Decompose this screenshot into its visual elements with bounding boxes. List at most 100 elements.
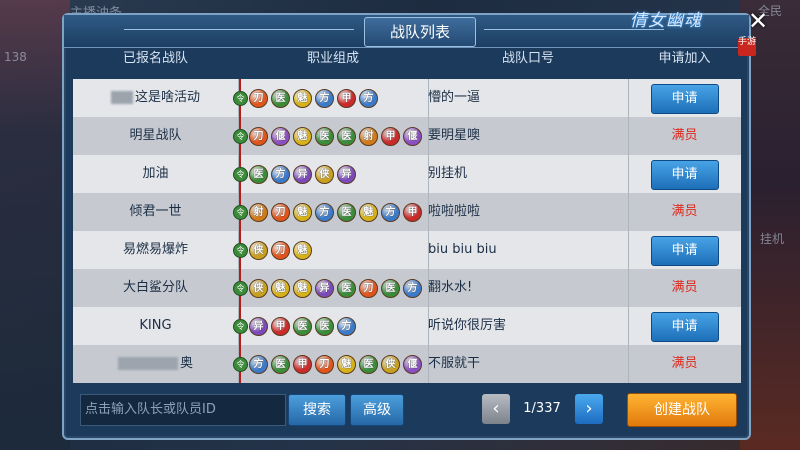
class-icon: 方 [249, 355, 268, 374]
masked-name-blur [117, 357, 178, 370]
search-input[interactable]: 点击输入队长或队员ID [80, 394, 286, 426]
class-icon: 医 [337, 203, 356, 222]
team-name-text: 这是啥活动 [134, 90, 200, 105]
class-icon: 刀 [271, 241, 290, 260]
class-icon: 医 [337, 279, 356, 298]
class-icon: 魅 [293, 89, 312, 108]
captain-badge-icon: 令 [233, 91, 248, 106]
apply-cell: 申请 [628, 231, 741, 269]
class-icon: 侠 [249, 241, 268, 260]
table-row: 这是啥活动令刀医魅方甲方懵的一逼 申请 [73, 79, 741, 117]
class-icon: 方 [359, 89, 378, 108]
page-indicator: 1/337 [523, 401, 561, 416]
captain-badge-icon: 令 [233, 281, 248, 296]
apply-button[interactable]: 申请 [650, 160, 719, 190]
class-icon: 甲 [271, 317, 290, 336]
captain-pin-line [239, 307, 241, 319]
class-icon: 医 [337, 127, 356, 146]
next-page-icon[interactable]: › [575, 394, 603, 424]
table-row: KING 令异甲医医方听说你很厉害 申请 [73, 307, 741, 345]
class-icon: 医 [271, 89, 290, 108]
class-icon: 甲 [381, 127, 400, 146]
search-button[interactable]: 搜索 [288, 394, 346, 426]
class-icon: 医 [315, 317, 334, 336]
class-icon: 方 [315, 89, 334, 108]
team-slogan: 听说你很厉害 [428, 318, 507, 333]
apply-cell: 申请 [628, 155, 741, 193]
table-row: 倾君一世令射刀魅方医魅方甲啦啦啦啦 满员 [73, 193, 741, 231]
apply-button[interactable]: 申请 [650, 84, 719, 114]
apply-button[interactable]: 申请 [650, 312, 719, 342]
team-name-text: 加油 [142, 166, 169, 181]
captain-pin-line [239, 155, 241, 167]
team-name-text: 倾君一世 [129, 204, 182, 219]
captain-badge-icon: 令 [233, 129, 248, 144]
prev-page-icon[interactable]: ‹ [482, 394, 510, 424]
class-icon: 甲 [403, 203, 422, 222]
apply-cell: 满员 [628, 193, 741, 231]
captain-pin-line [239, 231, 241, 243]
captain-pin-line [239, 371, 241, 383]
team-name: 倾君一世 [73, 193, 238, 231]
class-icon: 医 [249, 165, 268, 184]
apply-cell: 申请 [628, 79, 741, 117]
class-icon: 刀 [249, 127, 268, 146]
team-name-text: 易燃易爆炸 [122, 242, 188, 257]
class-icon: 侠 [315, 165, 334, 184]
captain-pin-line [239, 117, 241, 129]
class-icon: 魅 [293, 203, 312, 222]
team-name: 这是啥活动 [73, 79, 238, 117]
team-slogan: 懵的一逼 [428, 90, 481, 105]
team-slogan: 啦啦啦啦 [428, 204, 481, 219]
class-icon: 医 [271, 355, 290, 374]
class-icon: 偃 [271, 127, 290, 146]
team-name: 奥 [73, 345, 238, 383]
captain-pin-line [239, 219, 241, 231]
column-header-team: 已报名战队 [122, 51, 188, 66]
left-character-art [0, 0, 70, 450]
team-name-text: KING [139, 318, 172, 333]
class-icon: 甲 [293, 355, 312, 374]
class-icon: 射 [359, 127, 378, 146]
panel-title: 战队列表 [364, 17, 476, 47]
class-icon: 刀 [249, 89, 268, 108]
table-row: 易燃易爆炸 令侠刀魅 biu biu biu 申请 [73, 231, 741, 269]
class-icon: 魅 [337, 355, 356, 374]
captain-badge-icon: 令 [233, 205, 248, 220]
class-icon: 甲 [337, 89, 356, 108]
captain-pin-line [239, 269, 241, 281]
class-icon: 异 [315, 279, 334, 298]
captain-badge-icon: 令 [233, 357, 248, 372]
class-icon: 刀 [271, 203, 290, 222]
class-icon: 魅 [359, 203, 378, 222]
class-icon: 医 [293, 317, 312, 336]
close-icon[interactable]: ✕ [744, 8, 772, 36]
class-icon: 偃 [403, 355, 422, 374]
class-icon: 魅 [293, 279, 312, 298]
team-slogan: biu biu biu [428, 242, 497, 257]
table-row: 明星战队令刀偃魅医医射甲偃要明星噢 满员 [73, 117, 741, 155]
class-icon: 魅 [293, 241, 312, 260]
game-logo: 倩女幽魂 [630, 11, 702, 31]
class-icon: 方 [403, 279, 422, 298]
class-icon: 医 [315, 127, 334, 146]
class-icon: 魅 [271, 279, 290, 298]
team-slogan: 翻水水! [428, 280, 473, 295]
class-icon: 方 [381, 203, 400, 222]
apply-button[interactable]: 申请 [650, 236, 719, 266]
create-team-button[interactable]: 创建战队 [627, 393, 737, 427]
team-full-label: 满员 [671, 280, 698, 295]
captain-badge-icon: 令 [233, 167, 248, 182]
captain-pin-line [239, 105, 241, 117]
team-name-text: 大白鲨分队 [122, 280, 188, 295]
apply-cell: 满员 [628, 117, 741, 155]
column-header-apply: 申请加入 [658, 51, 711, 66]
team-name: 明星战队 [73, 117, 238, 155]
team-name: 加油 [73, 155, 238, 193]
advanced-search-button[interactable]: 高级 [350, 394, 404, 426]
class-icon: 偃 [403, 127, 422, 146]
title-flourish-left [124, 29, 354, 30]
bg-level-number: 138 [4, 50, 27, 64]
captain-pin-line [239, 193, 241, 205]
apply-cell: 申请 [628, 307, 741, 345]
